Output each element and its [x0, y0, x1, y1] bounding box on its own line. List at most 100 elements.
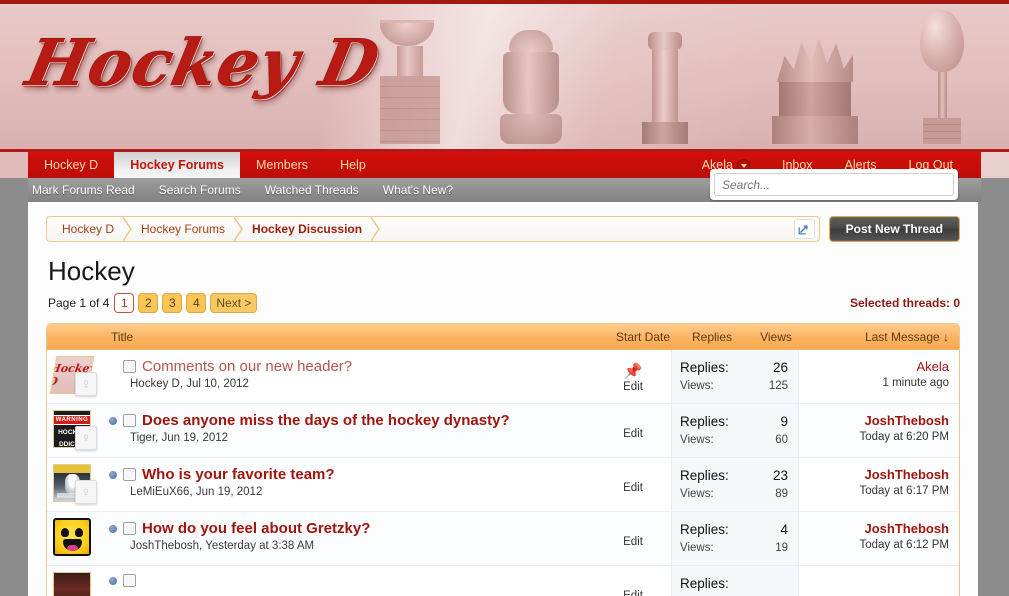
- replies-label: Replies:: [680, 413, 729, 429]
- thread-avatar-cell: WARNING HOCKEY DDICT A ♀: [47, 404, 109, 457]
- last-message-user[interactable]: Akela: [799, 359, 949, 374]
- thread-replies-stat: Replies:: [680, 575, 788, 593]
- views-label: Views:: [680, 433, 714, 446]
- breadcrumb: Hockey D Hockey Forums Hockey Discussion: [46, 216, 820, 242]
- stanley-cup-icon: [380, 20, 440, 144]
- thread-start-date-cell: 📌 Edit: [595, 350, 671, 403]
- thread-edit-link[interactable]: Edit: [623, 536, 643, 548]
- browser-viewport: Hockey D Hockey D Hockey Forums Members …: [0, 0, 1009, 596]
- last-message-time: 1 minute ago: [882, 377, 950, 389]
- thread-list-header: Title Start Date Replies Views Last Mess…: [47, 324, 959, 350]
- page-gutter-left: [0, 404, 28, 596]
- table-row[interactable]: Hockey D ♀ Comments on our new header? H…: [47, 350, 959, 404]
- thread-start-date-cell: Edit: [595, 458, 671, 511]
- breadcrumb-item-hockey-forums[interactable]: Hockey Forums: [132, 216, 244, 242]
- nav-tab-members[interactable]: Members: [240, 152, 324, 178]
- last-message-user[interactable]: JoshThebosh: [799, 521, 949, 536]
- dark-photo-avatar[interactable]: [53, 572, 91, 596]
- pagination-next-button[interactable]: Next >: [210, 293, 258, 313]
- thread-title-link[interactable]: Who is your favorite team?: [142, 466, 335, 483]
- awesome-smiley-avatar[interactable]: [53, 518, 91, 556]
- thread-avatar-cell: ♀: [47, 458, 109, 511]
- thread-select-checkbox[interactable]: [123, 360, 136, 373]
- thread-info-cell: How do you feel about Gretzky? JoshThebo…: [109, 512, 595, 565]
- column-header-views[interactable]: Views: [743, 330, 809, 344]
- breadcrumb-label-hockey-d: Hockey D: [62, 222, 115, 236]
- replies-label: Replies:: [680, 575, 729, 591]
- pagination-page-3[interactable]: 3: [162, 293, 183, 313]
- search-input[interactable]: [714, 173, 954, 196]
- column-header-last-message[interactable]: Last Message ↓: [809, 330, 959, 344]
- unread-indicator-icon: [109, 470, 117, 479]
- thread-edit-link[interactable]: Edit: [623, 590, 643, 596]
- thread-select-checkbox[interactable]: [123, 468, 136, 481]
- nav-tab-help[interactable]: Help: [324, 152, 382, 178]
- thread-title-link[interactable]: How do you feel about Gretzky?: [142, 520, 370, 537]
- thread-stats-cell: Replies: 26 Views: 125: [671, 350, 799, 403]
- table-row[interactable]: ♀ Who is your favorite team? LeMiEuX66, …: [47, 458, 959, 512]
- conn-smythe-trophy-icon: [642, 32, 688, 144]
- views-count: 89: [775, 487, 788, 500]
- table-row[interactable]: How do you feel about Gretzky? JoshThebo…: [47, 512, 959, 566]
- main-navigation: Hockey D Hockey Forums Members Help Akel…: [0, 152, 1009, 202]
- pagination-page-4[interactable]: 4: [186, 293, 207, 313]
- last-message-user[interactable]: JoshThebosh: [799, 467, 949, 482]
- last-message-user[interactable]: JoshThebosh: [799, 413, 949, 428]
- thread-title-line: [109, 574, 589, 587]
- nav-tab-hockey-d[interactable]: Hockey D: [28, 152, 114, 178]
- thread-meta: LeMiEuX66, Jun 19, 2012: [130, 486, 263, 498]
- thread-avatar-cell: [47, 512, 109, 565]
- thread-title-link[interactable]: Does anyone miss the days of the hockey …: [142, 412, 510, 429]
- column-header-replies[interactable]: Replies: [681, 330, 743, 344]
- presidents-trophy-icon: [772, 38, 858, 144]
- post-new-thread-button[interactable]: Post New Thread: [828, 216, 960, 242]
- thread-views-stat: Views: 125: [680, 377, 788, 395]
- column-header-start-date[interactable]: Start Date: [605, 330, 681, 344]
- thread-replies-stat: Replies: 4: [680, 521, 788, 539]
- table-row[interactable]: Edit Replies: Views:: [47, 566, 959, 596]
- thread-avatar-cell: [47, 566, 109, 596]
- views-count: 125: [768, 379, 788, 392]
- breadcrumb-item-hockey-d[interactable]: Hockey D: [53, 216, 133, 242]
- thread-select-checkbox[interactable]: [123, 574, 136, 587]
- thread-select-checkbox[interactable]: [123, 414, 136, 427]
- thread-edit-link[interactable]: Edit: [623, 381, 643, 393]
- pushpin-icon: 📌: [623, 363, 643, 380]
- site-logo[interactable]: Hockey D: [20, 26, 387, 102]
- unread-indicator-icon: [109, 524, 117, 533]
- subnav-whats-new[interactable]: What's New?: [371, 178, 465, 202]
- thread-last-message-cell: Akela 1 minute ago: [799, 350, 959, 403]
- female-icon: ♀: [75, 426, 97, 450]
- pagination-page-2[interactable]: 2: [138, 293, 159, 313]
- thread-info-cell: Comments on our new header? Hockey D, Ju…: [109, 350, 595, 403]
- column-header-title[interactable]: Title: [47, 330, 605, 344]
- breadcrumb-label-hockey-forums: Hockey Forums: [141, 222, 226, 236]
- subnav-search-forums[interactable]: Search Forums: [147, 178, 253, 202]
- thread-last-message-cell: JoshThebosh Today at 6:17 PM: [799, 458, 959, 511]
- selected-threads-count: Selected threads: 0: [849, 296, 960, 310]
- thread-title-link[interactable]: Comments on our new header?: [142, 358, 352, 375]
- thread-info-cell: [109, 566, 595, 596]
- replies-count: 26: [772, 359, 788, 375]
- smiley-eye-left: [61, 528, 69, 537]
- breadcrumb-separator-icon: [122, 216, 133, 242]
- thread-meta: JoshThebosh, Yesterday at 3:38 AM: [130, 540, 315, 552]
- table-row[interactable]: WARNING HOCKEY DDICT A ♀ Does anyone mis…: [47, 404, 959, 458]
- pagination-label: Page 1 of 4: [48, 296, 110, 310]
- female-icon: ♀: [75, 372, 97, 396]
- pagination-page-1[interactable]: 1: [114, 293, 135, 313]
- breadcrumb-popup-button[interactable]: [793, 219, 815, 239]
- avatar-warning-band: WARNING: [54, 415, 90, 425]
- thread-select-checkbox[interactable]: [123, 522, 136, 535]
- thread-title-line: Does anyone miss the days of the hockey …: [109, 412, 589, 429]
- thread-stats-cell: Replies: Views:: [671, 566, 799, 596]
- thread-edit-link[interactable]: Edit: [623, 482, 643, 494]
- thread-edit-link[interactable]: Edit: [623, 428, 643, 440]
- thread-replies-stat: Replies: 23: [680, 467, 788, 485]
- views-label: Views:: [680, 541, 714, 554]
- thread-stats-cell: Replies: 9 Views: 60: [671, 404, 799, 457]
- nav-tab-hockey-forums[interactable]: Hockey Forums: [114, 152, 240, 178]
- subnav-mark-forums-read[interactable]: Mark Forums Read: [20, 178, 147, 202]
- subnav-watched-threads[interactable]: Watched Threads: [253, 178, 371, 202]
- breadcrumb-item-hockey-discussion[interactable]: Hockey Discussion: [243, 216, 381, 242]
